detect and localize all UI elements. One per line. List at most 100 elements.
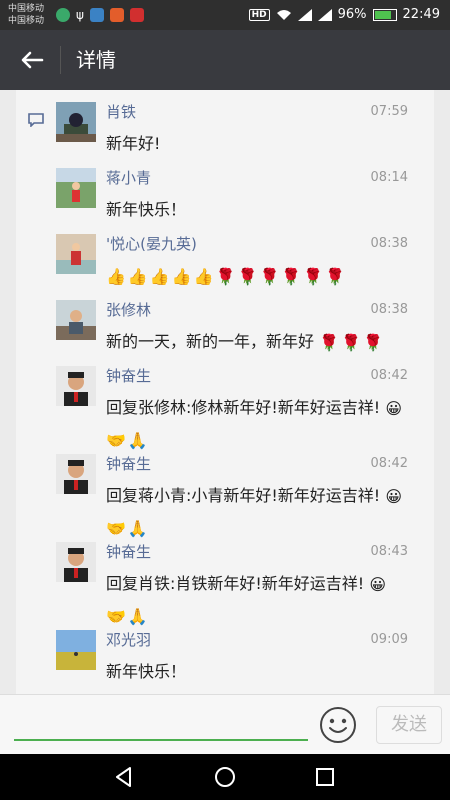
app-icon — [109, 8, 124, 22]
avatar[interactable] — [56, 168, 96, 208]
wifi-icon — [276, 9, 291, 20]
avatar[interactable] — [56, 234, 96, 274]
page-title: 详情 — [76, 48, 116, 72]
folded-hands-icon: 🙏 — [127, 519, 148, 538]
handshake-icon: 🤝 — [106, 519, 126, 538]
avatar-image — [56, 234, 96, 274]
avatar-image — [56, 366, 96, 406]
signal-icon — [297, 8, 312, 21]
rose-icon: 🌹 — [303, 266, 324, 286]
comment-author[interactable]: 张修林 — [106, 300, 151, 320]
comment-time: 08:42 — [370, 456, 408, 471]
avatar-image — [56, 454, 96, 494]
system-nav-bar — [0, 754, 450, 800]
list-item[interactable]: 钟奋生 08:42 回复张修林:修林新年好!新年好运吉祥! 😀 🤝 🙏 — [56, 366, 416, 450]
comment-text-wrap: 回复蒋小青:小青新年好!新年好运吉祥! 😀 🤝 🙏 — [106, 480, 426, 545]
comment-time: 08:43 — [370, 544, 408, 559]
comment-time: 08:38 — [370, 302, 408, 317]
list-item[interactable]: 肖铁 07:59 新年好! — [56, 102, 416, 162]
avatar[interactable] — [56, 630, 96, 670]
back-icon[interactable] — [112, 765, 136, 789]
list-item[interactable]: 钟奋生 08:43 回复肖铁:肖铁新年好!新年好运吉祥! 😀 🤝 🙏 — [56, 542, 416, 626]
list-item[interactable]: '悦心(晏九英) 08:38 👍 👍 👍 👍 👍 🌹 🌹 🌹 🌹 🌹 🌹 — [56, 234, 416, 294]
smiling-face-icon: 😀 — [385, 398, 403, 418]
rose-icon: 🌹 — [362, 332, 383, 352]
rose-icon: 🌹 — [237, 266, 258, 286]
comment-time: 08:14 — [370, 170, 408, 185]
battery-percent: 96% — [337, 7, 367, 22]
title-bar: 详情 — [0, 30, 450, 90]
avatar-image — [56, 168, 96, 208]
comment-text-wrap: 回复肖铁:肖铁新年好!新年好运吉祥! 😀 🤝 🙏 — [106, 568, 426, 633]
list-item[interactable]: 蒋小青 08:14 新年快乐！ — [56, 168, 416, 228]
comment-author[interactable]: '悦心(晏九英) — [106, 234, 197, 254]
rose-icon: 🌹 — [341, 332, 361, 352]
comment-author[interactable]: 钟奋生 — [106, 454, 151, 474]
rose-icon: 🌹 — [325, 266, 346, 286]
comment-text: 新的一天，新的一年，新年好 — [106, 332, 315, 351]
comment-time: 08:42 — [370, 368, 408, 383]
emoji-row: 👍 👍 👍 👍 👍 🌹 🌹 🌹 🌹 🌹 🌹 — [106, 266, 347, 286]
comment-time: 07:59 — [370, 104, 408, 119]
rose-icon: 🌹 — [281, 266, 302, 286]
avatar[interactable] — [56, 366, 96, 406]
comment-input[interactable] — [14, 705, 308, 741]
avatar[interactable] — [56, 454, 96, 494]
comment-composer: 发送 — [0, 694, 450, 755]
comment-author[interactable]: 邓光羽 — [106, 630, 151, 650]
comment-text: 回复张修林:修林新年好!新年好运吉祥! — [106, 398, 381, 417]
smiling-face-icon: 😀 — [385, 486, 403, 506]
back-arrow-icon[interactable] — [18, 46, 46, 74]
comment-text-wrap: 新的一天，新的一年，新年好 🌹 🌹 🌹 — [106, 326, 426, 359]
carrier-1: 中国移动 — [8, 4, 45, 14]
list-item[interactable]: 邓光羽 09:09 新年快乐！ — [56, 630, 416, 690]
signal-icon — [317, 8, 332, 21]
app-icon — [56, 8, 70, 22]
avatar[interactable] — [56, 542, 96, 582]
notification-icons: ψ — [56, 8, 144, 22]
comment-time: 09:09 — [370, 632, 408, 647]
smile-icon[interactable] — [319, 706, 357, 744]
handshake-icon: 🤝 — [106, 431, 126, 450]
status-right: HD 96% 22:49 — [248, 7, 440, 22]
comment-author[interactable]: 钟奋生 — [106, 366, 151, 386]
folded-hands-icon: 🙏 — [127, 431, 148, 450]
comment-text: 新年好! — [106, 134, 161, 153]
avatar-image — [56, 630, 96, 670]
rose-icon: 🌹 — [319, 332, 340, 352]
thumbs-up-icon: 👍 — [149, 266, 170, 286]
comment-text: 回复蒋小青:小青新年好!新年好运吉祥! — [106, 486, 381, 505]
comment-time: 08:38 — [370, 236, 408, 251]
app-icon — [89, 8, 104, 22]
carrier-info: 中国移动 中国移动 — [8, 3, 44, 27]
avatar[interactable] — [56, 300, 96, 340]
status-bar: 中国移动 中国移动 ψ HD 96% 22:49 — [0, 0, 450, 30]
comment-text: 👍 👍 👍 👍 👍 🌹 🌹 🌹 🌹 🌹 🌹 — [106, 260, 426, 293]
recents-icon[interactable] — [313, 765, 337, 789]
comment-author[interactable]: 钟奋生 — [106, 542, 151, 562]
folded-hands-icon: 🙏 — [127, 607, 148, 626]
comment-text: 新年快乐！ — [106, 200, 187, 219]
handshake-icon: 🤝 — [106, 607, 126, 626]
thumbs-up-icon: 👍 — [127, 266, 148, 286]
comment-author[interactable]: 蒋小青 — [106, 168, 151, 188]
app-icon — [129, 8, 144, 22]
home-icon[interactable] — [213, 765, 237, 789]
rose-icon: 🌹 — [215, 266, 236, 286]
avatar-image — [56, 300, 96, 340]
carrier-2: 中国移动 — [8, 16, 45, 26]
list-item[interactable]: 钟奋生 08:42 回复蒋小青:小青新年好!新年好运吉祥! 😀 🤝 🙏 — [56, 454, 416, 538]
title-divider — [60, 46, 61, 74]
smiling-face-icon: 😀 — [369, 574, 387, 594]
send-button[interactable]: 发送 — [376, 706, 442, 744]
thumbs-up-icon: 👍 — [193, 266, 214, 286]
avatar-image — [56, 102, 96, 142]
battery-icon — [372, 8, 397, 21]
avatar-image — [56, 542, 96, 582]
list-item[interactable]: 张修林 08:38 新的一天，新的一年，新年好 🌹 🌹 🌹 — [56, 300, 416, 360]
clock: 22:49 — [402, 7, 440, 22]
avatar[interactable] — [56, 102, 96, 142]
hd-badge: HD — [248, 8, 270, 21]
rose-icon: 🌹 — [259, 266, 280, 286]
comment-author[interactable]: 肖铁 — [106, 102, 136, 122]
